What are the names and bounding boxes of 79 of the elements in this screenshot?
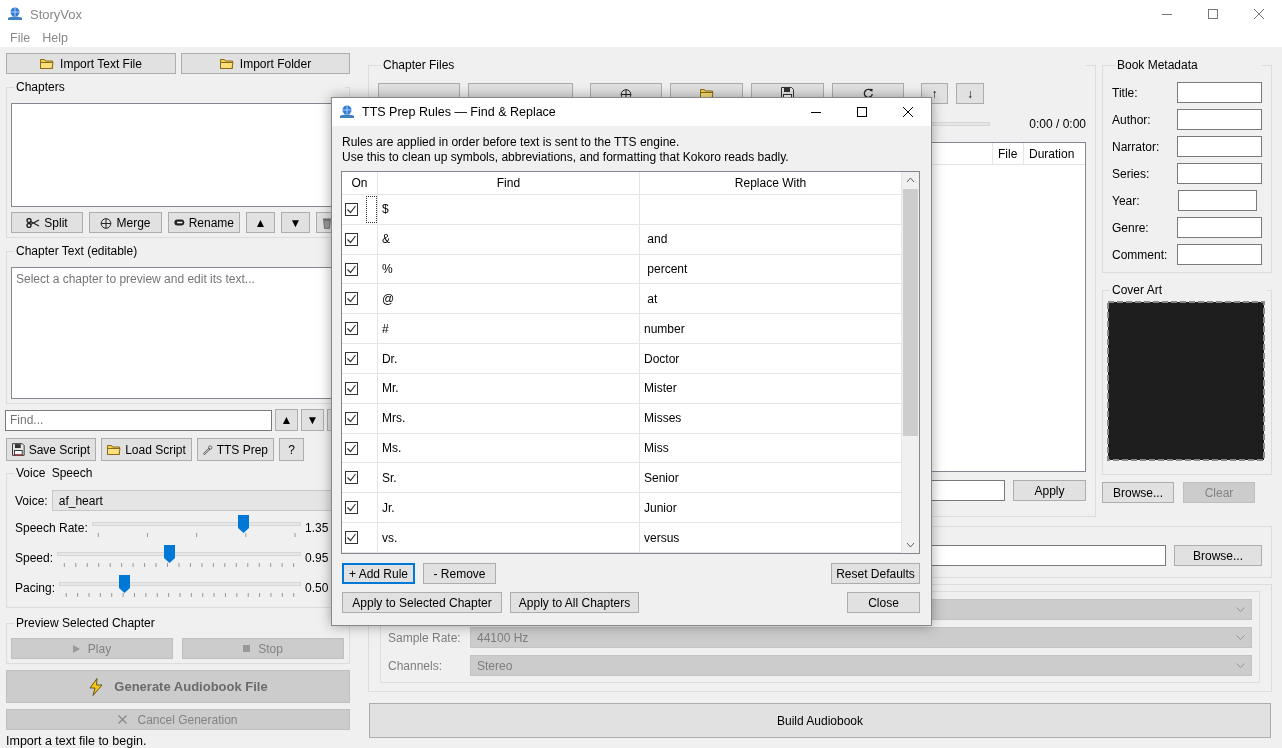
- table-cell: Junior: [644, 500, 677, 515]
- browse-button[interactable]: Browse...: [1174, 545, 1262, 566]
- column-header[interactable]: Find: [377, 172, 640, 195]
- slider-value: 1.35: [304, 521, 330, 535]
- field-label: Year:: [1112, 193, 1141, 208]
- group-title: Chapters: [14, 80, 345, 95]
- help-button[interactable]: ?: [279, 438, 304, 461]
- time-display: 0:00 / 0:00: [1029, 117, 1086, 131]
- dialog-title: TTS Prep Rules — Find & Replace: [362, 105, 556, 119]
- table-cell: Mister: [644, 381, 677, 396]
- group-title: Chapter Files: [381, 58, 1086, 73]
- rename-button[interactable]: Rename: [168, 212, 240, 233]
- slider-label: Pacing:: [15, 581, 56, 595]
- slider-label: Speech Rate:: [15, 521, 88, 535]
- table-cell: %: [381, 262, 393, 277]
- table-cell: Sr.: [381, 470, 397, 485]
- column-header[interactable]: File: [992, 143, 1023, 164]
- status-text: Import a text file to begin.: [6, 734, 148, 748]
- close-dialog-button[interactable]: Close: [847, 592, 920, 613]
- field-label: Title:: [1112, 85, 1139, 100]
- table-cell: Ms.: [381, 441, 402, 456]
- field-label: Sample Rate:: [388, 630, 462, 645]
- move-up-button[interactable]: ▲: [246, 212, 275, 233]
- import-text-file-button[interactable]: Import Text File: [6, 53, 176, 74]
- split-button[interactable]: Split: [11, 212, 83, 233]
- column-header[interactable]: Replace With: [639, 172, 903, 195]
- move-down-button[interactable]: ↓: [956, 83, 984, 104]
- apply-selected-chapter-button[interactable]: Apply to Selected Chapter: [342, 592, 502, 613]
- description-text: Rules are applied in order before text is sent to the TTS engine.: [342, 135, 681, 150]
- table-cell: Misses: [644, 411, 682, 426]
- add-rule-button[interactable]: + Add Rule: [342, 563, 415, 584]
- table-cell: Dr.: [381, 351, 398, 366]
- table-cell: #: [381, 321, 389, 336]
- column-header[interactable]: Duration: [1023, 143, 1085, 164]
- apply-all-chapters-button[interactable]: Apply to All Chapters: [510, 592, 639, 613]
- table-cell: &: [381, 232, 390, 247]
- table-cell-text: and: [646, 232, 668, 247]
- field-label: Genre:: [1112, 220, 1150, 235]
- table-cell: Jr.: [381, 500, 395, 515]
- find-next-button[interactable]: ▼: [301, 409, 324, 431]
- slider-value: 0.95: [304, 551, 330, 565]
- apply-button[interactable]: Apply: [1013, 480, 1086, 501]
- table-cell: Mr.: [381, 381, 399, 396]
- table-cell: $: [382, 202, 389, 217]
- table-cell: versus: [644, 530, 680, 545]
- table-cell-text: percent: [646, 262, 688, 277]
- browse-button[interactable]: Browse...: [1102, 482, 1174, 503]
- field-label: Author:: [1112, 112, 1152, 127]
- table-cell: vs.: [381, 530, 398, 545]
- merge-button[interactable]: Merge: [89, 212, 162, 233]
- column-header[interactable]: On: [342, 172, 378, 195]
- table-cell: number: [644, 321, 685, 336]
- table-cell: Doctor: [644, 351, 680, 366]
- save-script-button[interactable]: Save Script: [6, 438, 96, 461]
- table-cell-text: at: [646, 291, 658, 306]
- window-title: StoryVox: [30, 6, 83, 22]
- reset-defaults-button[interactable]: Reset Defaults: [831, 563, 920, 584]
- load-script-button[interactable]: Load Script: [101, 438, 192, 461]
- slider-value: 0.50: [304, 581, 330, 595]
- remove-button[interactable]: - Remove: [423, 563, 496, 584]
- field-label: Series:: [1112, 166, 1151, 181]
- menu-item[interactable]: Help: [36, 30, 74, 45]
- slider-label: Speed:: [15, 551, 54, 565]
- field-label: Narrator:: [1112, 139, 1161, 154]
- field-label: Channels:: [388, 658, 444, 673]
- voice-label: Voice:: [15, 493, 48, 508]
- move-down-button[interactable]: ▼: [281, 212, 310, 233]
- tts-prep-button[interactable]: TTS Prep: [197, 438, 274, 461]
- table-cell: Senior: [644, 470, 679, 485]
- find-previous-button[interactable]: ▲: [275, 409, 298, 431]
- table-cell: Miss: [644, 441, 669, 456]
- field-label: Comment:: [1112, 247, 1169, 262]
- table-cell: Mrs.: [381, 411, 406, 426]
- build-audiobook-button[interactable]: Build Audiobook: [369, 703, 1271, 738]
- table-cell: @: [381, 291, 395, 306]
- description-text: Use this to clean up symbols, abbreviations, and formatting that Kokoro reads badly.: [342, 150, 790, 165]
- import-folder-button[interactable]: Import Folder: [181, 53, 350, 74]
- find-field[interactable]: Find...: [5, 409, 272, 431]
- menu-item[interactable]: File: [4, 30, 37, 45]
